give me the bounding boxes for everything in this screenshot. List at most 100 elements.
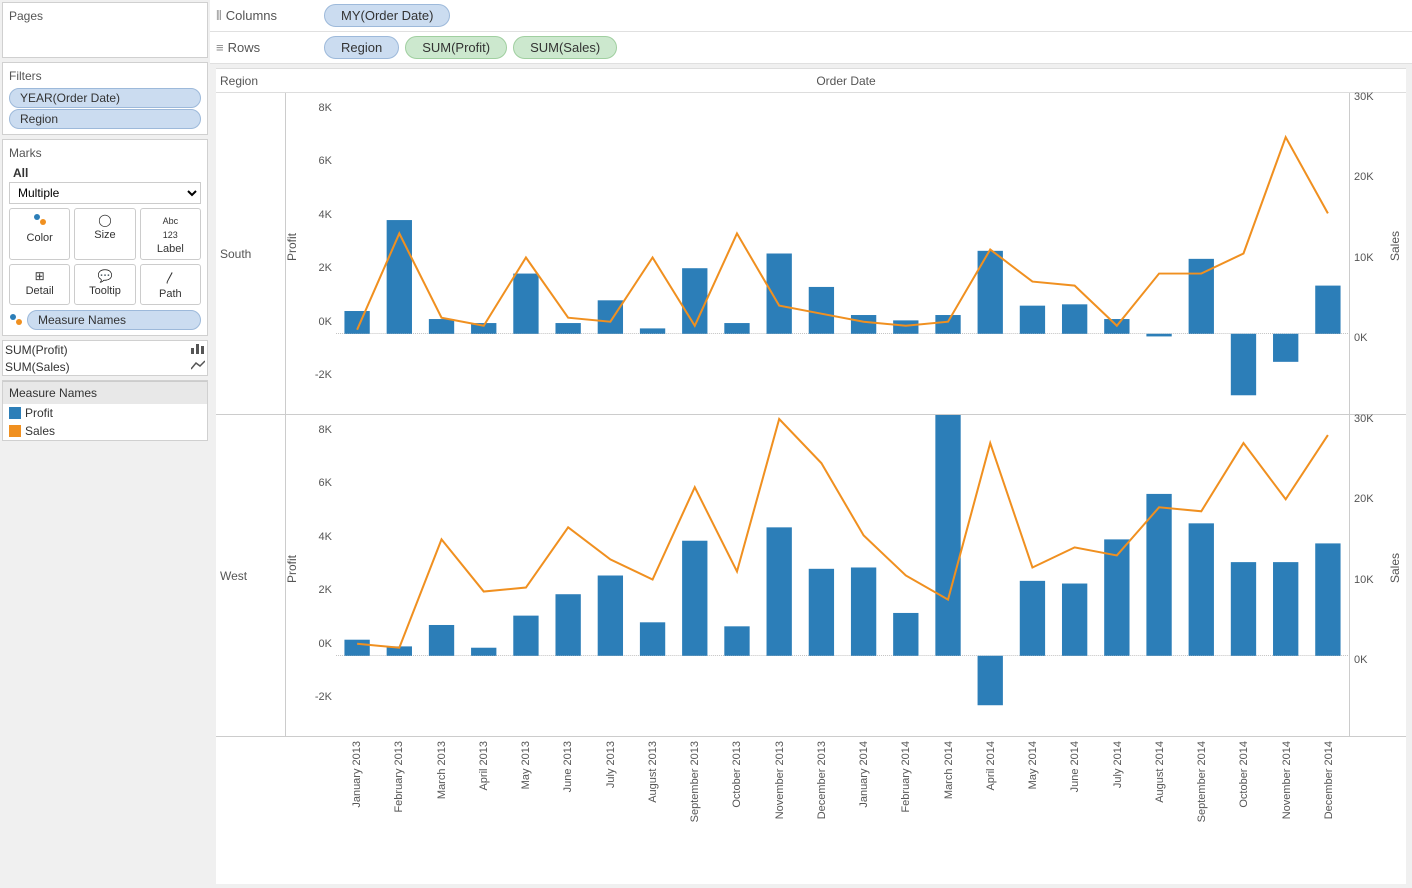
filter-pill-1[interactable]: Region	[9, 109, 201, 129]
bar[interactable]	[513, 274, 538, 334]
y-axis-left: Profit-2K0K2K4K6K8K	[286, 415, 336, 736]
marks-label-button[interactable]: Abc123Label	[140, 208, 201, 260]
bar[interactable]	[640, 622, 665, 655]
bar[interactable]	[682, 541, 707, 656]
mark-type-row-0[interactable]: SUM(Profit)	[3, 341, 207, 358]
plot-west[interactable]	[336, 415, 1350, 736]
chart-panel-south: SouthProfit-2K0K2K4K6K8KSales0K10K20K30K	[216, 93, 1406, 415]
size-icon: ◯	[98, 213, 111, 227]
bar[interactable]	[1104, 539, 1129, 655]
pages-title: Pages	[9, 7, 201, 27]
bar[interactable]	[1231, 562, 1256, 656]
marks-path-button[interactable]: 〳Path	[140, 264, 201, 305]
bar[interactable]	[1020, 306, 1045, 334]
columns-icon: ⦀	[216, 8, 222, 24]
line-sales[interactable]	[357, 137, 1328, 330]
chart-header-row: Region Order Date	[216, 69, 1406, 93]
legend-item-sales[interactable]: Sales	[3, 422, 207, 440]
bar[interactable]	[1189, 523, 1214, 655]
marks-type-select[interactable]: Multiple	[9, 182, 201, 204]
bar[interactable]	[935, 315, 960, 334]
x-tick: February 2013	[378, 737, 420, 837]
y-right-label: Sales	[1388, 552, 1402, 582]
plot-south[interactable]	[336, 93, 1350, 414]
bar[interactable]	[513, 616, 538, 656]
bar[interactable]	[598, 576, 623, 656]
filters-card: Filters YEAR(Order Date)Region	[2, 62, 208, 135]
bar-icon	[191, 342, 205, 357]
filter-pill-0[interactable]: YEAR(Order Date)	[9, 88, 201, 108]
bar[interactable]	[1062, 304, 1087, 333]
bar[interactable]	[471, 648, 496, 656]
x-tick: September 2014	[1181, 737, 1223, 837]
rows-pill-2[interactable]: SUM(Sales)	[513, 36, 617, 59]
bar[interactable]	[935, 415, 960, 656]
columns-shelf[interactable]: ⦀ Columns MY(Order Date)	[210, 0, 1412, 32]
bar[interactable]	[387, 220, 412, 334]
rows-shelf[interactable]: ≡ Rows RegionSUM(Profit)SUM(Sales)	[210, 32, 1412, 64]
region-header: Region	[216, 74, 286, 88]
bar[interactable]	[893, 320, 918, 333]
bar[interactable]	[429, 319, 454, 334]
bar[interactable]	[724, 626, 749, 655]
legend-item-profit[interactable]: Profit	[3, 404, 207, 422]
bar[interactable]	[640, 328, 665, 333]
bar[interactable]	[1315, 286, 1340, 334]
color-icon	[33, 213, 47, 230]
marks-color-button[interactable]: Color	[9, 208, 70, 260]
bar[interactable]	[429, 625, 454, 656]
rows-icon: ≡	[216, 40, 224, 55]
legend-card: Measure Names ProfitSales	[2, 380, 208, 441]
marks-size-button[interactable]: ◯Size	[74, 208, 135, 260]
bar[interactable]	[978, 656, 1003, 705]
marks-color-pill[interactable]: Measure Names	[27, 310, 201, 330]
path-icon: 〳	[164, 269, 176, 286]
pages-card: Pages	[2, 2, 208, 58]
line-sales[interactable]	[357, 419, 1328, 648]
mark-rows-card: SUM(Profit)SUM(Sales)	[2, 340, 208, 376]
x-tick: October 2014	[1223, 737, 1265, 837]
left-panel: Pages Filters YEAR(Order Date)Region Mar…	[0, 0, 210, 888]
bar[interactable]	[851, 567, 876, 655]
rows-pill-0[interactable]: Region	[324, 36, 399, 59]
bar[interactable]	[1146, 334, 1171, 337]
x-tick: May 2013	[505, 737, 547, 837]
row-label-west: West	[216, 415, 286, 736]
bar[interactable]	[1315, 543, 1340, 655]
bar[interactable]	[1273, 562, 1298, 656]
y-left-label: Profit	[285, 232, 299, 260]
columns-pill-0[interactable]: MY(Order Date)	[324, 4, 450, 27]
bar[interactable]	[767, 254, 792, 334]
chart-panel-west: WestProfit-2K0K2K4K6K8K Sales0K10K20K30K	[216, 415, 1406, 737]
bar[interactable]	[809, 287, 834, 334]
bar[interactable]	[851, 315, 876, 334]
bar[interactable]	[767, 527, 792, 655]
bar[interactable]	[344, 640, 369, 656]
bar[interactable]	[724, 323, 749, 334]
y-left-label: Profit	[285, 554, 299, 582]
bar[interactable]	[344, 311, 369, 334]
rows-pill-1[interactable]: SUM(Profit)	[405, 36, 507, 59]
bar[interactable]	[1273, 334, 1298, 362]
legend-swatch	[9, 425, 21, 437]
bar[interactable]	[1020, 581, 1045, 656]
x-tick: February 2014	[885, 737, 927, 837]
marks-tooltip-button[interactable]: 💬Tooltip	[74, 264, 135, 305]
x-axis: January 2013February 2013March 2013April…	[216, 737, 1406, 837]
marks-card: Marks All Multiple Color◯SizeAbc123Label…	[2, 139, 208, 336]
mark-type-row-1[interactable]: SUM(Sales)	[3, 358, 207, 375]
row-label-south: South	[216, 93, 286, 414]
bar[interactable]	[1062, 584, 1087, 656]
y-axis-right: Sales0K10K20K30K	[1350, 415, 1406, 736]
bar[interactable]	[893, 613, 918, 656]
bar[interactable]	[1231, 334, 1256, 396]
bar[interactable]	[809, 569, 834, 656]
order-date-header: Order Date	[346, 74, 1346, 88]
x-tick: December 2013	[801, 737, 843, 837]
bar[interactable]	[598, 300, 623, 333]
x-tick: May 2014	[1012, 737, 1054, 837]
marks-all-label[interactable]: All	[9, 164, 201, 182]
marks-detail-button[interactable]: ⊞Detail	[9, 264, 70, 305]
bar[interactable]	[555, 323, 580, 334]
bar[interactable]	[555, 594, 580, 656]
